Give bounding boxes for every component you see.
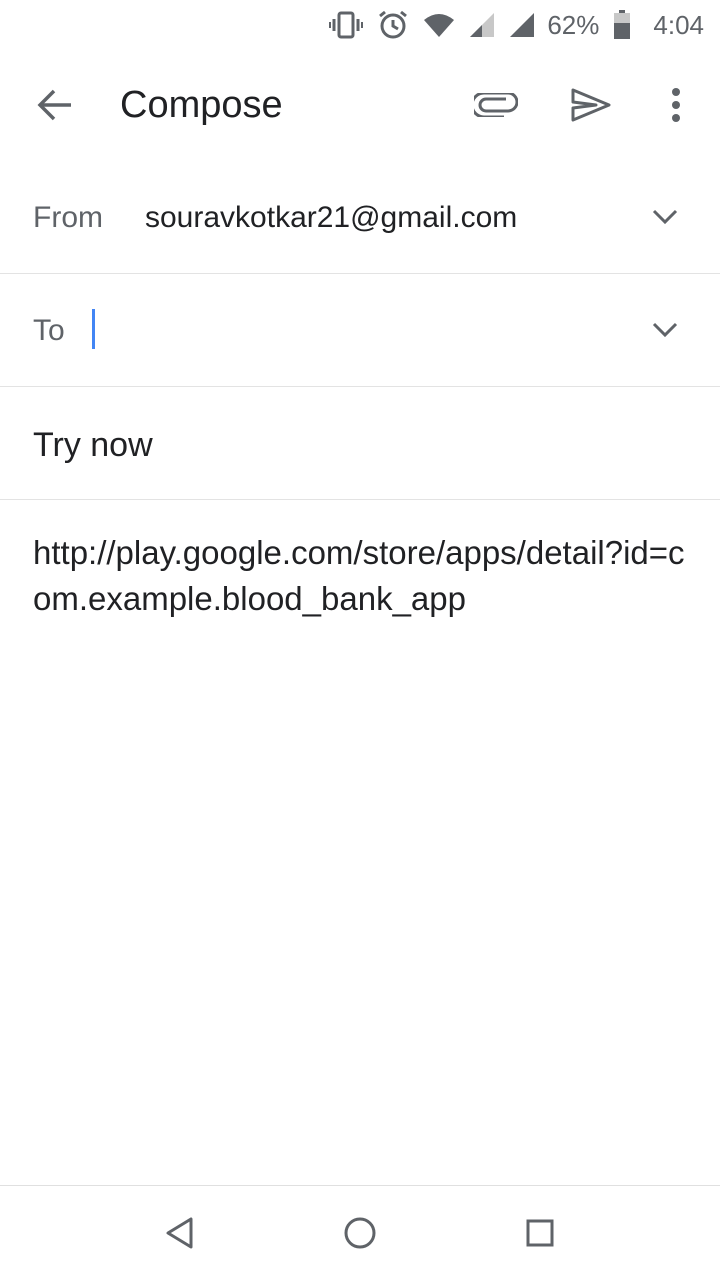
more-options-button[interactable]: [658, 83, 694, 127]
subject-field[interactable]: Try now: [33, 424, 153, 466]
status-clock: 4:04: [653, 9, 704, 40]
vibrate-icon: [329, 10, 364, 40]
from-address[interactable]: souravkotkar21@gmail.com: [145, 198, 517, 238]
more-vert-icon: [672, 88, 680, 122]
compose-body[interactable]: http://play.google.com/store/apps/detail…: [33, 530, 693, 622]
status-bar: 62% 4:04: [0, 0, 720, 50]
navigation-bar: [0, 1185, 720, 1280]
nav-home-button[interactable]: [340, 1213, 380, 1253]
nav-recents-icon: [526, 1219, 554, 1247]
nav-recents-button[interactable]: [520, 1213, 560, 1253]
back-arrow-icon: [37, 89, 71, 121]
chevron-down-icon: [652, 209, 678, 225]
signal-icon: [469, 12, 495, 38]
attach-button[interactable]: [470, 83, 522, 127]
nav-back-button[interactable]: [160, 1213, 200, 1253]
subject-row: Try now: [0, 386, 720, 500]
from-label: From: [33, 201, 103, 234]
battery-icon: [613, 10, 631, 40]
from-row: From souravkotkar21@gmail.com: [0, 160, 720, 274]
send-icon: [571, 88, 611, 122]
battery-percent: 62%: [547, 9, 600, 40]
to-expand-button[interactable]: [650, 315, 680, 345]
signal-icon: [509, 12, 535, 38]
chevron-down-icon: [652, 322, 678, 338]
from-expand-button[interactable]: [650, 202, 680, 232]
to-label: To: [33, 314, 65, 347]
attachment-icon: [474, 93, 518, 117]
wifi-icon: [423, 12, 455, 38]
page-title: Compose: [120, 84, 283, 126]
nav-back-icon: [166, 1217, 193, 1249]
send-button[interactable]: [566, 83, 616, 127]
alarm-icon: [377, 9, 409, 41]
compose-screen: 62% 4:04 Compose From souravkotkar21@gma…: [0, 0, 720, 1280]
nav-home-icon: [344, 1217, 376, 1249]
to-input[interactable]: [92, 309, 612, 349]
app-bar: Compose: [0, 50, 720, 160]
to-row: To: [0, 273, 720, 387]
back-button[interactable]: [30, 83, 80, 127]
